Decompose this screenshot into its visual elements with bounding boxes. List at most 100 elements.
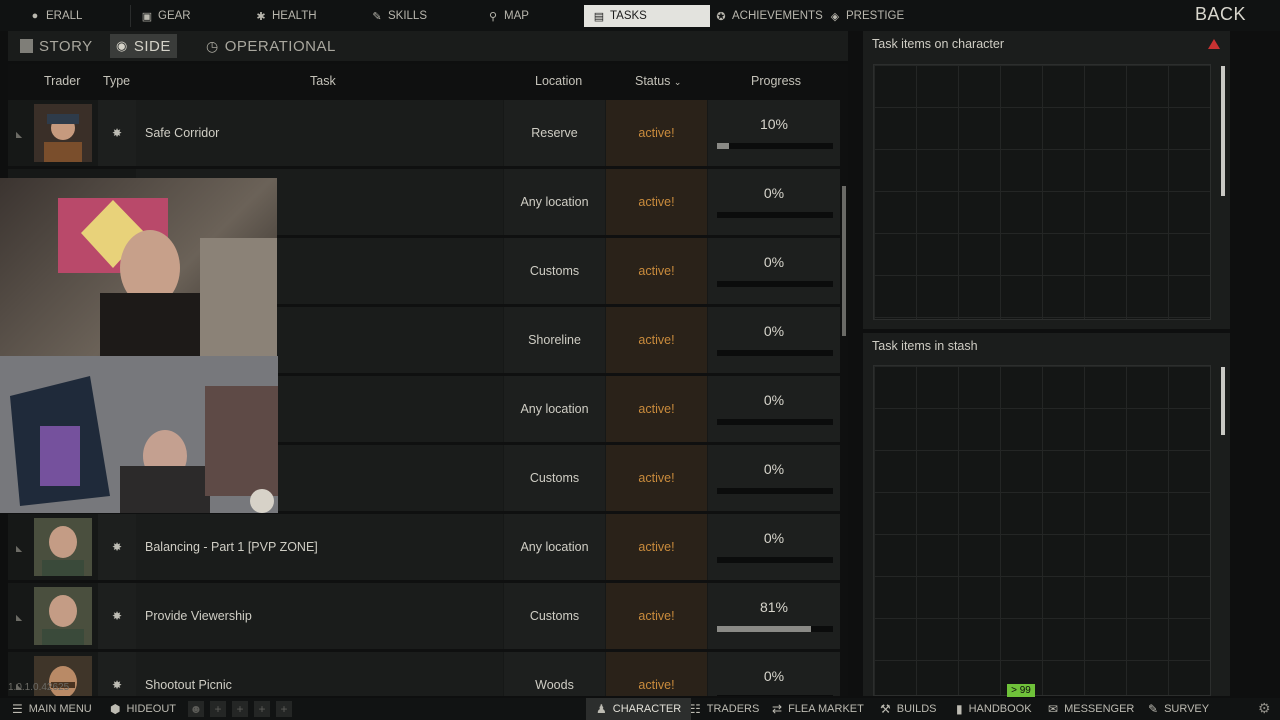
tab-gear[interactable]: ▣ GEAR <box>132 5 242 27</box>
messenger-button[interactable]: ✉ MESSENGER <box>1048 698 1134 720</box>
table-header: Trader Type Task Location Status ⌄ Progr… <box>8 64 848 98</box>
hideout-button[interactable]: ⬢ HIDEOUT <box>110 698 176 720</box>
progress-fill <box>717 143 729 149</box>
add-slot-icon[interactable]: + <box>276 701 292 717</box>
task-status: active! <box>606 514 707 580</box>
task-progress: 0% <box>708 445 840 511</box>
header-location[interactable]: Location <box>535 74 582 88</box>
header-type[interactable]: Type <box>103 74 130 88</box>
progress-percent: 0% <box>763 668 785 684</box>
builds-icon: ⚒ <box>880 702 891 716</box>
survey-button[interactable]: ✎ SURVEY <box>1148 698 1209 720</box>
table-row[interactable]: ◣ ✸ Shootout Picnic Woods active! 0% <box>8 652 840 696</box>
shirt-icon: ▣ <box>141 10 153 23</box>
progress-bar <box>717 695 833 696</box>
task-location: Reserve <box>504 100 605 166</box>
character-button[interactable]: ♟ CHARACTER <box>586 698 692 720</box>
drag-handle-icon[interactable]: ◣ <box>16 544 22 553</box>
trader-avatar[interactable] <box>34 104 92 162</box>
handbook-button[interactable]: ▮ HANDBOOK <box>956 698 1032 720</box>
progress-percent: 0% <box>763 461 785 477</box>
header-task[interactable]: Task <box>310 74 336 88</box>
item-grid[interactable] <box>873 64 1211 320</box>
bottom-menu-bar: ☰ MAIN MENU ⬢ HIDEOUT ☻ + + + + ♟ CHARAC… <box>0 698 1280 720</box>
trader-avatar[interactable] <box>34 518 92 576</box>
tab-achievements[interactable]: ✪ ACHIEVEMENTS <box>706 5 826 27</box>
profile-icon[interactable]: ☻ <box>188 701 204 717</box>
task-name: Balancing - Part 1 [PVP ZONE] <box>136 514 503 580</box>
tab-skills[interactable]: ✎ SKILLS <box>362 5 474 27</box>
task-progress: 0% <box>708 169 840 235</box>
star-icon: ✪ <box>716 10 726 23</box>
tab-prestige[interactable]: ◈ PRESTIGE <box>820 5 930 27</box>
task-status: active! <box>606 169 707 235</box>
task-status: active! <box>606 445 707 511</box>
table-row[interactable]: ◣ ✸ Safe Corridor Reserve active! 10% <box>8 100 840 166</box>
panel-title: Task items on character <box>872 37 1004 51</box>
back-button[interactable]: BACK <box>1195 4 1246 25</box>
traders-icon: ☷ <box>690 702 701 716</box>
check-circle-icon: ◉ <box>116 38 128 53</box>
panel-scrollbar[interactable] <box>1221 66 1225 196</box>
table-row[interactable]: ◣ ✸ Balancing - Part 1 [PVP ZONE] Any lo… <box>8 514 840 580</box>
header-status[interactable]: Status ⌄ <box>635 74 681 88</box>
version-label: 1.0.1.0.42625 <box>8 682 70 693</box>
add-slot-icon[interactable]: + <box>232 701 248 717</box>
header-trader[interactable]: Trader <box>44 74 80 88</box>
task-location: Customs <box>504 238 605 304</box>
task-location: Any location <box>504 514 605 580</box>
drag-handle-icon[interactable]: ◣ <box>16 130 22 139</box>
progress-percent: 0% <box>763 392 785 408</box>
task-progress: 0% <box>708 652 840 696</box>
progress-bar <box>717 143 833 149</box>
settings-gear-icon[interactable]: ⚙ <box>1258 700 1271 717</box>
task-location: Any location <box>504 376 605 442</box>
main-menu-button[interactable]: ☰ MAIN MENU <box>12 698 92 720</box>
progress-bar <box>717 626 833 632</box>
map-pin-icon: ⚲ <box>488 10 498 23</box>
task-location: Customs <box>504 583 605 649</box>
warning-icon <box>1208 39 1220 49</box>
panel-task-items-character: Task items on character <box>863 31 1230 329</box>
builds-button[interactable]: ⚒ BUILDS <box>880 698 937 720</box>
skills-icon: ✎ <box>372 10 382 23</box>
add-slot-icon[interactable]: + <box>254 701 270 717</box>
webcam-overlay-room <box>0 356 278 513</box>
tab-side[interactable]: ◉ SIDE <box>110 34 177 58</box>
flea-market-button[interactable]: ⇄ FLEA MARKET <box>772 698 864 720</box>
traders-button[interactable]: ☷ TRADERS <box>690 698 759 720</box>
tab-divider <box>130 5 131 27</box>
task-progress: 0% <box>708 376 840 442</box>
progress-bar <box>717 212 833 218</box>
notification-badge: > 99 <box>1007 684 1035 697</box>
hamburger-icon: ☰ <box>12 702 23 716</box>
header-progress[interactable]: Progress <box>751 74 801 88</box>
tab-tasks[interactable]: ▤ TASKS <box>584 5 710 27</box>
chevron-down-icon: ⌄ <box>673 77 682 87</box>
task-name: Provide Viewership <box>136 583 503 649</box>
table-row[interactable]: ◣ ✸ Provide Viewership Customs active! 8… <box>8 583 840 649</box>
flea-market-icon: ⇄ <box>772 702 783 716</box>
progress-percent: 0% <box>763 185 785 201</box>
task-progress: 0% <box>708 238 840 304</box>
tab-operational[interactable]: ◷ OPERATIONAL <box>206 34 336 58</box>
webcam-image <box>0 356 278 513</box>
panel-scrollbar[interactable] <box>1221 367 1225 435</box>
tab-map[interactable]: ⚲ MAP <box>478 5 582 27</box>
tab-health[interactable]: ✱ HEALTH <box>246 5 358 27</box>
table-scrollbar[interactable] <box>842 186 846 336</box>
task-progress: 10% <box>708 100 840 166</box>
tab-overall[interactable]: ● ERALL <box>20 5 128 27</box>
task-progress: 0% <box>708 307 840 373</box>
add-slot-icon[interactable]: + <box>210 701 226 717</box>
progress-percent: 10% <box>759 116 789 132</box>
item-grid[interactable] <box>873 365 1211 696</box>
tab-story[interactable]: STORY <box>20 34 93 58</box>
survey-icon: ✎ <box>1148 702 1159 716</box>
task-status: active! <box>606 307 707 373</box>
panel-title: Task items in stash <box>872 339 978 353</box>
task-status: active! <box>606 238 707 304</box>
progress-bar <box>717 281 833 287</box>
trader-avatar[interactable] <box>34 587 92 645</box>
drag-handle-icon[interactable]: ◣ <box>16 613 22 622</box>
